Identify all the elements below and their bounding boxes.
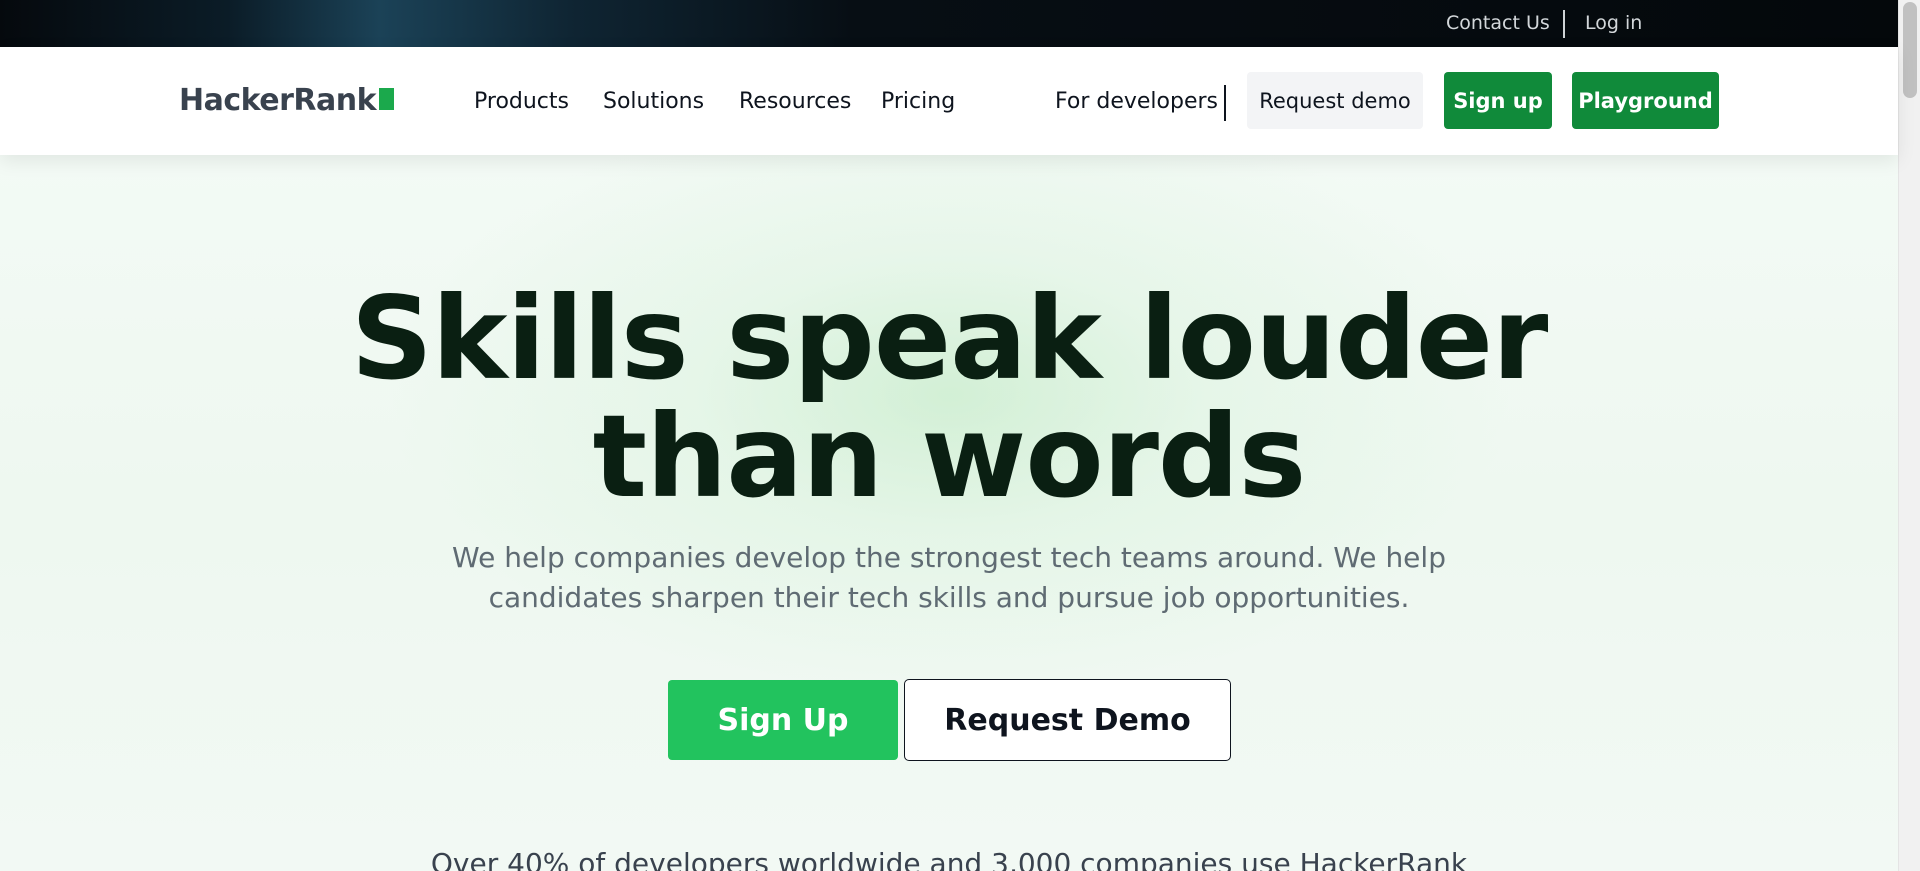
- nav-products[interactable]: Products: [474, 89, 569, 114]
- nav-divider: [1224, 85, 1226, 121]
- hero-title-line: than words: [592, 390, 1307, 523]
- logo[interactable]: HackerRank: [179, 82, 395, 118]
- playground-button[interactable]: Playground: [1572, 72, 1719, 129]
- green-square-icon: [379, 88, 395, 110]
- page: Contact Us Log in HackerRank Products So…: [0, 0, 1920, 871]
- contact-us-link[interactable]: Contact Us: [1446, 12, 1550, 34]
- request-demo-button[interactable]: Request demo: [1247, 72, 1423, 129]
- hero-section: Skills speak louder than words We help c…: [0, 155, 1898, 871]
- hero-sign-up-button[interactable]: Sign Up: [668, 680, 898, 760]
- login-link[interactable]: Log in: [1585, 12, 1642, 34]
- logo-text: HackerRank: [179, 82, 377, 118]
- page-scrollbar[interactable]: [1898, 0, 1920, 871]
- scrollbar-thumb[interactable]: [1903, 2, 1917, 98]
- hero-subtitle-line: candidates sharpen their tech skills and…: [488, 581, 1410, 614]
- hero-subtitle-line: We help companies develop the strongest …: [452, 541, 1446, 574]
- utility-divider: [1563, 10, 1565, 38]
- nav-for-developers[interactable]: For developers: [1055, 89, 1218, 114]
- sign-up-button[interactable]: Sign up: [1444, 72, 1552, 129]
- hero-title: Skills speak louder than words: [0, 280, 1898, 516]
- nav-pricing[interactable]: Pricing: [881, 89, 955, 114]
- usage-stats-text: Over 40% of developers worldwide and 3,0…: [430, 847, 1468, 871]
- hero-subtitle: We help companies develop the strongest …: [0, 538, 1898, 618]
- hero-request-demo-button[interactable]: Request Demo: [904, 679, 1231, 761]
- nav-solutions[interactable]: Solutions: [603, 89, 704, 114]
- main-header: HackerRank Products Solutions Resources …: [0, 47, 1898, 155]
- utility-bar: Contact Us Log in: [0, 0, 1898, 47]
- hero-title-line: Skills speak louder: [350, 272, 1549, 405]
- nav-resources[interactable]: Resources: [739, 89, 851, 114]
